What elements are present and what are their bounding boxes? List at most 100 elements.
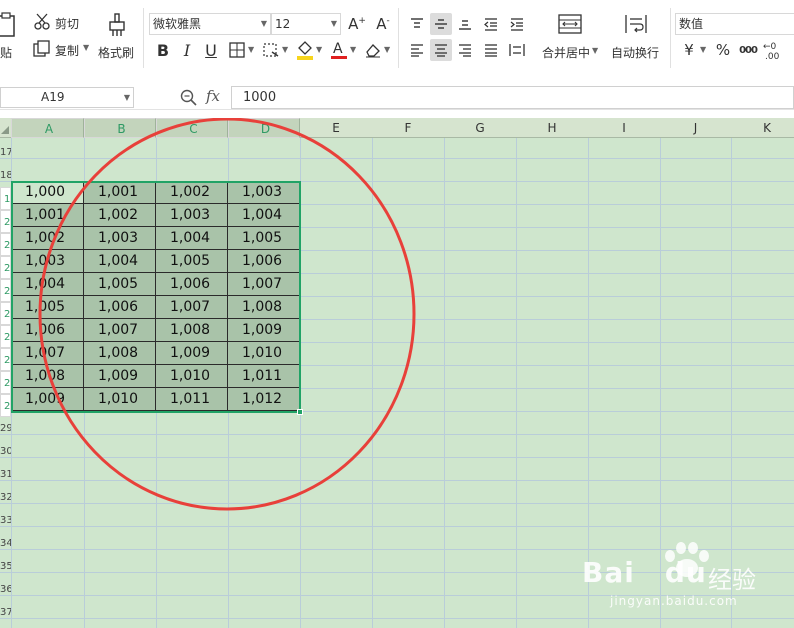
cell-a26[interactable]: 1,007 — [11, 342, 84, 365]
cell-a23[interactable]: 1,004 — [11, 273, 84, 296]
row-header-35[interactable]: 35 — [0, 555, 11, 578]
merge-dropdown-icon[interactable]: ▼ — [592, 46, 598, 55]
row-header-25[interactable]: 25 — [0, 325, 11, 348]
cell-c28[interactable]: 1,011 — [156, 388, 228, 411]
row-header-36[interactable]: 36 — [0, 578, 11, 601]
row-header-34[interactable]: 34 — [0, 532, 11, 555]
italic-button[interactable]: I — [176, 39, 198, 61]
row-header-30[interactable]: 30 — [0, 440, 11, 463]
cell-c22[interactable]: 1,005 — [156, 250, 228, 273]
cell-d21[interactable]: 1,005 — [228, 227, 300, 250]
align-center-button[interactable] — [430, 39, 452, 61]
paste-button[interactable]: 粘贴 — [0, 8, 18, 64]
clear-format-dropdown-icon[interactable]: ▼ — [384, 45, 390, 54]
align-right-button[interactable] — [454, 39, 476, 61]
increase-indent-button[interactable] — [506, 13, 528, 35]
row-header-19[interactable]: 19 — [0, 187, 11, 210]
cell-a19[interactable]: 1,000 — [11, 181, 84, 204]
cell-b19[interactable]: 1,001 — [84, 181, 156, 204]
copy-button[interactable]: 复制 ▼ — [33, 39, 91, 61]
cell-style-dropdown-icon[interactable]: ▼ — [282, 45, 288, 54]
cut-button[interactable]: 剪切 — [33, 13, 83, 33]
thousands-separator-button[interactable]: 000 — [737, 39, 759, 61]
column-header-i[interactable]: I — [588, 118, 660, 138]
increase-decimal-button[interactable]: ←0.00 — [762, 39, 784, 61]
cell-a22[interactable]: 1,003 — [11, 250, 84, 273]
currency-dropdown-icon[interactable]: ▼ — [700, 45, 706, 54]
column-header-h[interactable]: H — [516, 118, 588, 138]
currency-button[interactable]: ¥ — [678, 39, 700, 61]
align-top-button[interactable] — [406, 13, 428, 35]
zoom-function-icon[interactable] — [180, 89, 198, 107]
align-middle-button[interactable] — [430, 13, 452, 35]
cell-a20[interactable]: 1,001 — [11, 204, 84, 227]
formula-input[interactable]: 1000 — [231, 86, 794, 109]
row-header-26[interactable]: 26 — [0, 348, 11, 371]
cell-style-button[interactable] — [260, 39, 282, 61]
row-header-38[interactable]: 38 — [0, 624, 11, 628]
format-painter-button[interactable]: 格式刷 — [96, 10, 138, 64]
row-header-17[interactable]: 17 — [0, 141, 11, 164]
cell-a27[interactable]: 1,008 — [11, 365, 84, 388]
column-header-j[interactable]: J — [660, 118, 731, 138]
cell-d28[interactable]: 1,012 — [228, 388, 300, 411]
cell-d25[interactable]: 1,009 — [228, 319, 300, 342]
cell-d27[interactable]: 1,011 — [228, 365, 300, 388]
row-header-27[interactable]: 27 — [0, 371, 11, 394]
clear-format-button[interactable] — [362, 39, 384, 61]
cell-c23[interactable]: 1,006 — [156, 273, 228, 296]
fill-color-dropdown-icon[interactable]: ▼ — [316, 45, 322, 54]
fx-icon[interactable]: fx — [206, 87, 220, 105]
align-left-button[interactable] — [406, 39, 428, 61]
copy-dropdown-icon[interactable]: ▼ — [83, 43, 89, 52]
cell-a28[interactable]: 1,009 — [11, 388, 84, 411]
column-header-k[interactable]: K — [731, 118, 794, 138]
cell-c21[interactable]: 1,004 — [156, 227, 228, 250]
percent-button[interactable]: % — [712, 39, 734, 61]
row-header-32[interactable]: 32 — [0, 486, 11, 509]
cell-d19[interactable]: 1,003 — [228, 181, 300, 204]
fill-handle[interactable] — [297, 409, 303, 415]
column-header-c[interactable]: C — [156, 118, 228, 138]
cell-c19[interactable]: 1,002 — [156, 181, 228, 204]
borders-button[interactable] — [226, 39, 248, 61]
justify-button[interactable] — [480, 39, 502, 61]
wrap-text-button[interactable]: 自动换行 — [608, 10, 666, 64]
cell-d23[interactable]: 1,007 — [228, 273, 300, 296]
cell-d22[interactable]: 1,006 — [228, 250, 300, 273]
row-header-21[interactable]: 21 — [0, 233, 11, 256]
cell-a24[interactable]: 1,005 — [11, 296, 84, 319]
cell-b24[interactable]: 1,006 — [84, 296, 156, 319]
cell-c24[interactable]: 1,007 — [156, 296, 228, 319]
increase-font-size-button[interactable]: A+ — [346, 13, 368, 35]
decrease-indent-button[interactable] — [480, 13, 502, 35]
sheet-grid[interactable]: ABCDEFGHIJK 1718192021222324252627282930… — [0, 118, 794, 628]
cell-a21[interactable]: 1,002 — [11, 227, 84, 250]
row-header-37[interactable]: 37 — [0, 601, 11, 624]
cell-b27[interactable]: 1,009 — [84, 365, 156, 388]
row-header-18[interactable]: 18 — [0, 164, 11, 187]
font-size-select[interactable]: 12 ▼ — [271, 13, 341, 35]
cell-c27[interactable]: 1,010 — [156, 365, 228, 388]
cell-b20[interactable]: 1,002 — [84, 204, 156, 227]
cell-d20[interactable]: 1,004 — [228, 204, 300, 227]
cell-b25[interactable]: 1,007 — [84, 319, 156, 342]
cell-b23[interactable]: 1,005 — [84, 273, 156, 296]
row-header-22[interactable]: 22 — [0, 256, 11, 279]
cell-b26[interactable]: 1,008 — [84, 342, 156, 365]
cell-b21[interactable]: 1,003 — [84, 227, 156, 250]
row-header-31[interactable]: 31 — [0, 463, 11, 486]
column-header-b[interactable]: B — [84, 118, 156, 138]
row-header-24[interactable]: 24 — [0, 302, 11, 325]
select-all-corner-icon[interactable] — [0, 118, 11, 138]
row-header-20[interactable]: 20 — [0, 210, 11, 233]
row-header-33[interactable]: 33 — [0, 509, 11, 532]
bold-button[interactable]: B — [152, 39, 174, 61]
column-header-d[interactable]: D — [228, 118, 300, 138]
cell-c25[interactable]: 1,008 — [156, 319, 228, 342]
row-header-28[interactable]: 28 — [0, 394, 11, 417]
align-bottom-button[interactable] — [454, 13, 476, 35]
name-box[interactable]: A19 ▼ — [0, 87, 134, 108]
underline-button[interactable]: U — [200, 39, 222, 61]
cell-d24[interactable]: 1,008 — [228, 296, 300, 319]
